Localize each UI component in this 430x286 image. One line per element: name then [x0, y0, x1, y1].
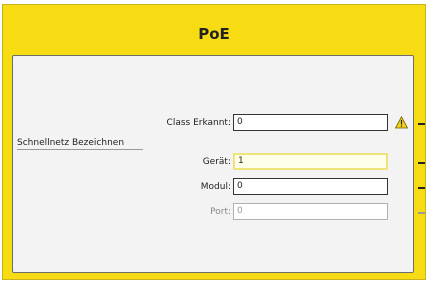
section-heading: Schnellnetz Bezeichnen	[17, 138, 125, 148]
dash-icon	[418, 162, 425, 164]
modul-field[interactable]: 0	[233, 178, 388, 195]
dash-icon	[418, 187, 425, 189]
panel-title: PoE	[198, 25, 230, 43]
dash-icon	[418, 123, 425, 125]
section-divider	[17, 149, 143, 150]
geraet-field[interactable]: 1	[233, 153, 388, 170]
port-label: Port:	[210, 207, 231, 217]
class-detected-field[interactable]: 0	[233, 114, 388, 131]
modul-label: Modul:	[200, 182, 231, 192]
poe-panel: PoE Class Erkannt: 0 Schnellnetz Bezeich…	[2, 4, 426, 280]
port-field[interactable]: 0	[233, 203, 388, 220]
poe-content-area: Class Erkannt: 0 Schnellnetz Bezeichnen …	[12, 55, 425, 273]
warning-icon	[395, 116, 408, 129]
dash-icon	[418, 212, 425, 214]
class-detected-label: Class Erkannt:	[166, 118, 231, 128]
geraet-label: Gerät:	[202, 157, 231, 167]
